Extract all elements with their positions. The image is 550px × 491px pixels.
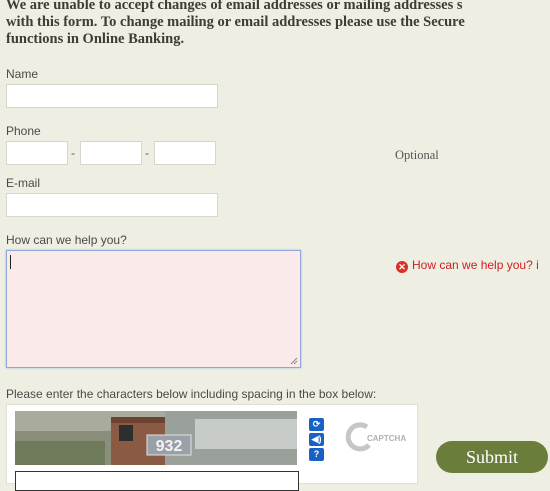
captcha-widget: 932 ⟳ ◀) ? CAPTCHA: [6, 404, 418, 491]
refresh-icon[interactable]: ⟳: [309, 418, 324, 431]
captcha-image: 932: [15, 411, 297, 465]
phone-line-input[interactable]: [154, 141, 216, 165]
phone-separator-1: -: [71, 146, 75, 160]
phone-label: Phone: [6, 124, 41, 138]
name-label: Name: [6, 67, 39, 81]
help-error-text: How can we help you? i: [412, 258, 539, 272]
phone-separator-2: -: [145, 146, 149, 160]
captcha-logo: CAPTCHA: [345, 419, 415, 455]
captcha-instruction: Please enter the characters below includ…: [6, 387, 377, 401]
notice-line-1: We are unable to accept changes of email…: [6, 0, 463, 13]
name-input[interactable]: [6, 84, 218, 108]
notice-line-2: with this form. To change mailing or ema…: [6, 14, 465, 30]
form-notice: We are unable to accept changes of email…: [6, 0, 550, 48]
error-x-icon: ✕: [396, 261, 408, 273]
submit-button[interactable]: Submit: [436, 441, 548, 473]
email-label: E-mail: [6, 176, 41, 190]
help-icon[interactable]: ?: [309, 448, 324, 461]
notice-line-3: functions in Online Banking.: [6, 31, 185, 47]
phone-optional-hint: Optional: [395, 148, 439, 162]
captcha-image-text: 932: [156, 438, 183, 455]
audio-icon[interactable]: ◀): [309, 433, 324, 446]
captcha-input[interactable]: [15, 471, 299, 491]
help-label: How can we help you?: [6, 233, 127, 247]
phone-area-code-input[interactable]: [6, 141, 68, 165]
resize-grip-icon[interactable]: [290, 357, 298, 365]
phone-prefix-input[interactable]: [80, 141, 142, 165]
email-input[interactable]: [6, 193, 218, 217]
help-textarea[interactable]: [6, 250, 301, 368]
captcha-brand: CAPTCHA: [367, 434, 406, 443]
help-error-message: ✕ How can we help you? i: [396, 258, 539, 273]
text-caret: [10, 255, 11, 269]
